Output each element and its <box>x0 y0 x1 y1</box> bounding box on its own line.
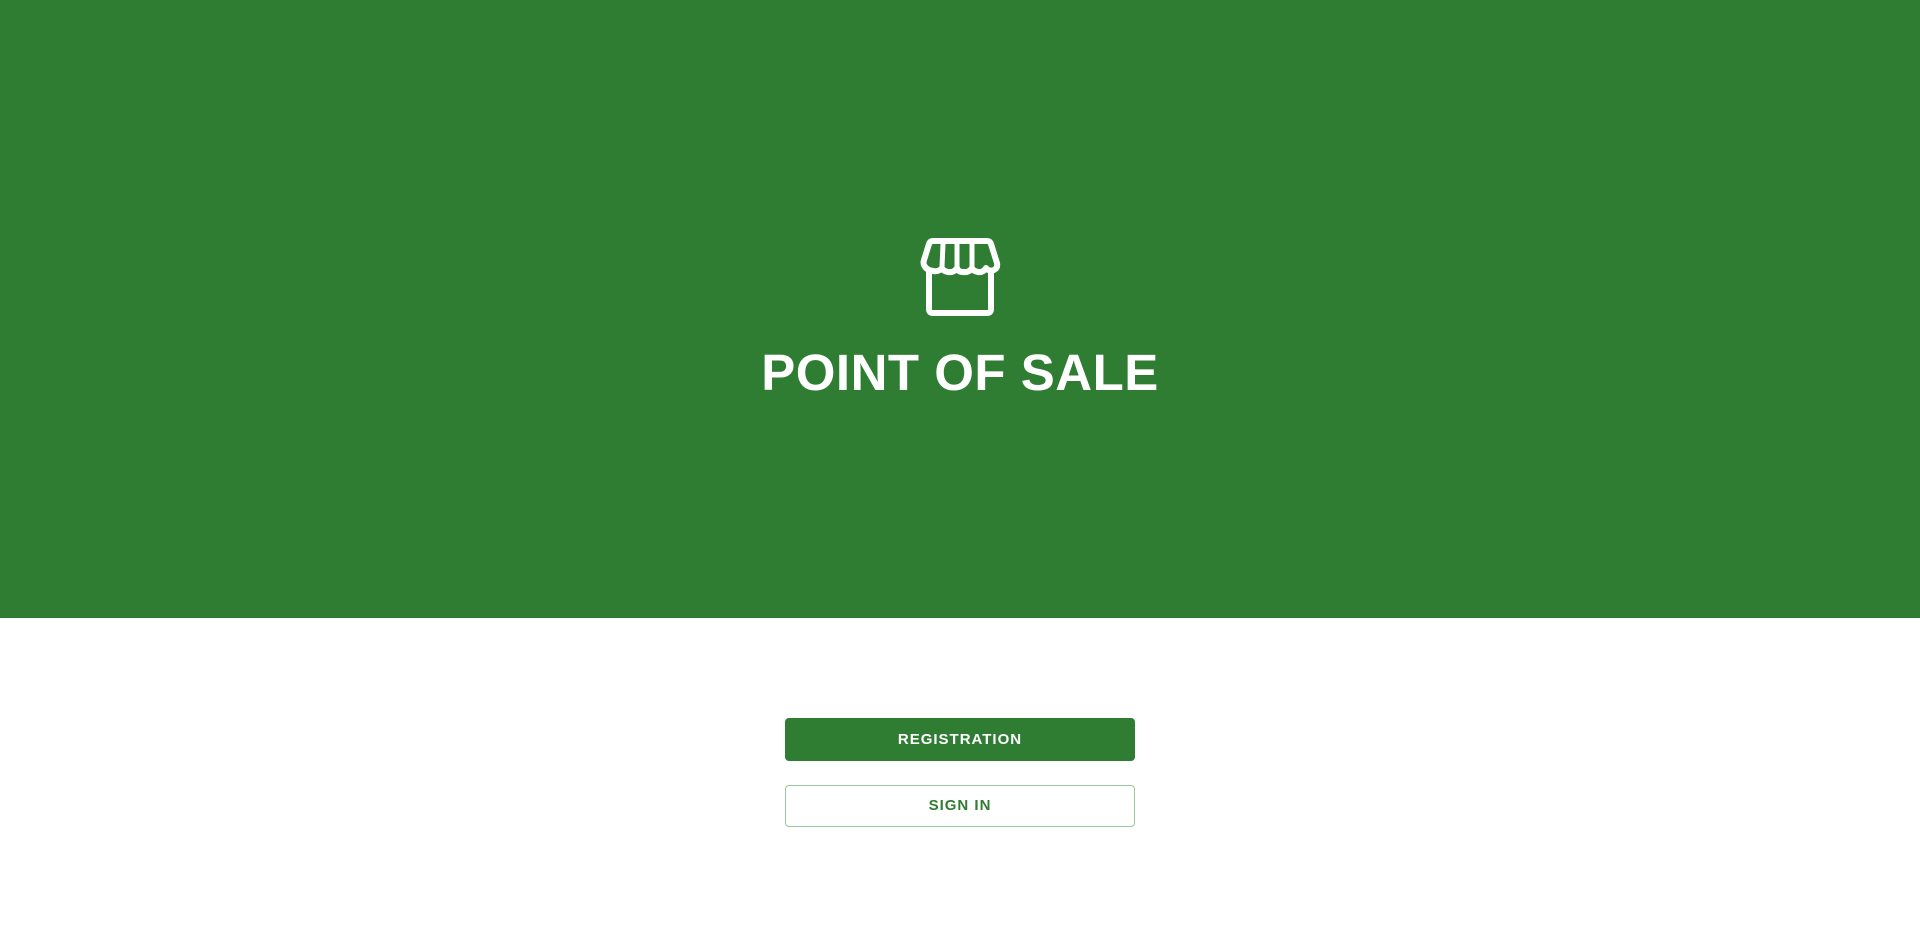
app-title: POINT OF SALE <box>761 344 1159 401</box>
sign-in-button[interactable]: SIGN IN <box>785 785 1135 827</box>
registration-button[interactable]: REGISTRATION <box>785 718 1135 761</box>
hero-banner: POINT OF SALE <box>0 0 1920 618</box>
storefront-icon <box>920 238 1001 316</box>
